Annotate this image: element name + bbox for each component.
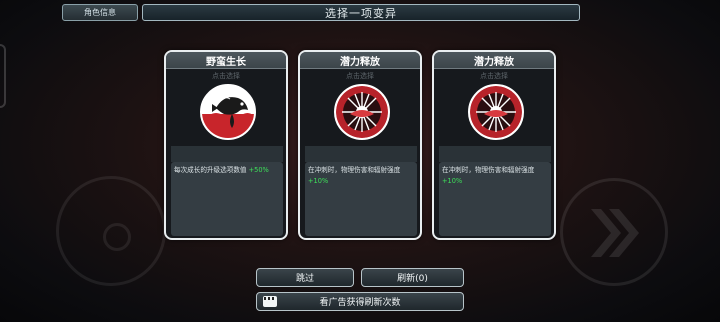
card-description: 在冲刺时，物理伤害和辐射强度 +10% <box>305 162 417 236</box>
card-subtitle: 点击选择 <box>480 72 508 80</box>
watch-ad-button[interactable]: 看广告获得刷新次数 <box>256 292 464 311</box>
card-description: 每次成长的升级选项数值 +50% <box>171 162 283 236</box>
card-divider <box>439 146 551 162</box>
dash-arrows-icon <box>591 209 639 257</box>
character-info-tab[interactable]: 角色信息 <box>62 4 138 21</box>
mutation-card-2[interactable]: 潜力释放 点击选择 在冲刺时，物理伤害和辐射强度 +10% <box>298 50 422 240</box>
virtual-joystick[interactable] <box>56 176 166 286</box>
dash-button[interactable] <box>560 178 668 286</box>
skip-button[interactable]: 跳过 <box>256 268 354 287</box>
refresh-button[interactable]: 刷新(0) <box>361 268 464 287</box>
bonus-value: +50% <box>248 166 269 174</box>
bonus-value: +10% <box>308 177 329 185</box>
side-panel-edge[interactable] <box>0 44 6 108</box>
card-title: 潜力释放 <box>434 52 554 69</box>
card-title: 野蛮生长 <box>166 52 286 69</box>
page-title: 选择一项变异 <box>142 4 580 21</box>
card-divider <box>305 146 417 162</box>
card-subtitle: 点击选择 <box>346 72 374 80</box>
fish-icon <box>200 84 256 140</box>
mutation-card-3[interactable]: 潜力释放 点击选择 在冲刺时，物理伤害和辐射强度 +10% <box>432 50 556 240</box>
card-subtitle: 点击选择 <box>212 72 240 80</box>
card-description: 在冲刺时，物理伤害和辐射强度 +10% <box>439 162 551 236</box>
watch-ad-label: 看广告获得刷新次数 <box>319 298 401 308</box>
burst-icon <box>468 84 524 140</box>
bonus-value: +10% <box>442 177 463 185</box>
video-ad-icon <box>263 296 277 307</box>
mutation-card-1[interactable]: 野蛮生长 点击选择 每次成长的升级选项数值 +50% <box>164 50 288 240</box>
burst-icon <box>334 84 390 140</box>
card-title: 潜力释放 <box>300 52 420 69</box>
card-divider <box>171 146 283 162</box>
